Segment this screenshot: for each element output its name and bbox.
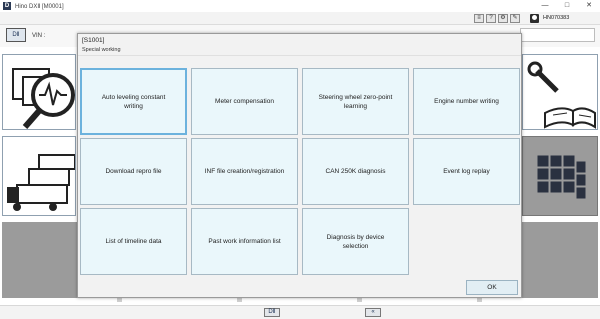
vin-label: VIN : — [32, 33, 46, 39]
window-titlebar: D Hino DXⅡ [M0001] — □ ✕ — [0, 0, 600, 12]
home-button[interactable]: DⅡ — [264, 308, 280, 317]
can-250k-diagnosis-button[interactable]: CAN 250K diagnosis — [302, 138, 409, 205]
ok-button[interactable]: OK — [466, 280, 518, 295]
user-id: HN070383 — [543, 15, 570, 21]
vehicle-menu-tile[interactable] — [2, 136, 76, 216]
engine-number-writing-button[interactable]: Engine number writing — [413, 68, 520, 135]
maximize-button[interactable]: □ — [556, 0, 578, 12]
report-icon[interactable]: ✎ — [510, 14, 520, 23]
list-icon[interactable]: ≡ — [474, 14, 484, 23]
auto-leveling-constant-writing-button[interactable]: Auto leveling constant writing — [80, 68, 187, 135]
manual-menu-tile[interactable] — [522, 54, 598, 130]
meter-compensation-button[interactable]: Meter compensation — [191, 68, 298, 135]
inf-file-creation-button[interactable]: INF file creation/registration — [191, 138, 298, 205]
vin-info-field — [520, 28, 595, 42]
event-log-replay-button[interactable]: Event log replay — [413, 138, 520, 205]
app-toolbar: ≡ ? ⚙ ✎ HN070383 — [0, 12, 600, 25]
vehicle-connect-icon[interactable]: DⅡ — [6, 28, 26, 42]
download-repro-file-button[interactable]: Download repro file — [80, 138, 187, 205]
trucks-fleet-icon — [7, 154, 75, 211]
window-title: Hino DXⅡ [M0001] — [15, 3, 64, 10]
dialog-code: [S1001] — [82, 37, 105, 44]
close-button[interactable]: ✕ — [578, 0, 600, 12]
list-of-timeline-data-button[interactable]: List of timeline data — [80, 208, 187, 275]
cubes-icon — [536, 154, 587, 200]
data-menu-tile[interactable] — [522, 136, 598, 216]
settings-gear-icon[interactable]: ⚙ — [498, 14, 508, 23]
function-grid: Auto leveling constant writing Meter com… — [80, 68, 520, 275]
truck-diagnosis-icon — [12, 68, 75, 129]
dialog-subtitle: Special working — [82, 47, 121, 53]
special-working-dialog: [S1001] Special working Auto leveling co… — [77, 33, 522, 298]
past-work-information-list-button[interactable]: Past work information list — [191, 208, 298, 275]
help-icon[interactable]: ? — [486, 14, 496, 23]
back-button[interactable]: « — [365, 308, 381, 317]
status-bar: DⅡ « — [0, 305, 600, 319]
steering-wheel-zero-point-learning-button[interactable]: Steering wheel zero-point learning — [302, 68, 409, 135]
minimize-button[interactable]: — — [534, 0, 556, 12]
dialog-header: [S1001] Special working — [78, 34, 521, 56]
wrench-book-icon — [527, 61, 596, 129]
app-logo-icon: D — [3, 2, 11, 10]
window-controls: — □ ✕ — [534, 0, 600, 12]
diagnosis-menu-tile[interactable] — [2, 54, 76, 130]
toolbar-icons: ≡ ? ⚙ ✎ — [474, 14, 520, 23]
diagnosis-by-device-selection-button[interactable]: Diagnosis by device selection — [302, 208, 409, 275]
user-avatar-icon[interactable] — [530, 14, 539, 23]
